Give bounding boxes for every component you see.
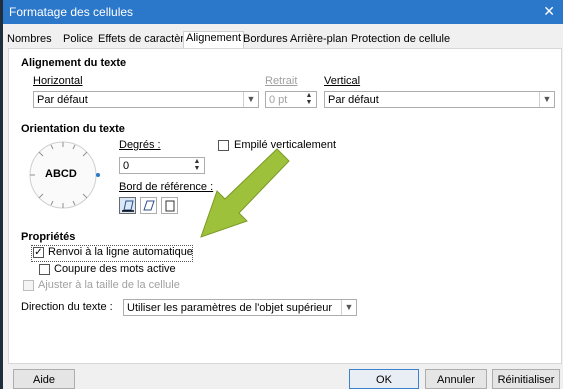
reference-inside-button[interactable] — [161, 197, 178, 214]
horizontal-select[interactable]: Par défaut ▼ — [33, 91, 259, 108]
degrees-value: 0 — [123, 160, 130, 172]
direction-label: Direction du texte : — [21, 301, 113, 313]
format-cells-dialog: Formatage des cellules ✕ Nombres Police … — [3, 0, 563, 389]
indent-value: 0 pt — [269, 94, 288, 106]
degrees-label: Degrés : — [119, 139, 161, 151]
hyphen-label: Coupure des mots active — [54, 263, 176, 275]
help-button[interactable]: Aide — [13, 369, 75, 389]
ref-bottom-icon — [122, 200, 134, 212]
ref-inside-icon — [165, 200, 175, 212]
close-icon[interactable]: ✕ — [543, 3, 555, 20]
direction-value: Utiliser les paramètres de l'objet supér… — [127, 302, 333, 314]
direction-select[interactable]: Utiliser les paramètres de l'objet supér… — [123, 299, 357, 316]
wrap-label: Renvoi à la ligne automatique — [48, 246, 193, 258]
dial-text: ABCD — [45, 168, 77, 180]
green-arrow-annotation — [200, 148, 290, 238]
chevron-down-icon: ▼ — [341, 300, 356, 315]
ok-button[interactable]: OK — [349, 369, 419, 389]
cancel-button[interactable]: Annuler — [425, 369, 487, 389]
ref-top-icon — [143, 200, 155, 211]
tab-bordures[interactable]: Bordures — [243, 33, 288, 47]
vertical-value: Par défaut — [328, 94, 379, 106]
tab-bar: Nombres Police Effets de caractère Align… — [3, 24, 563, 48]
reference-top-button[interactable] — [140, 197, 157, 214]
tab-effets-caractere[interactable]: Effets de caractère — [98, 33, 190, 47]
chevron-down-icon: ▼ — [243, 92, 258, 107]
chevron-down-icon: ▼ — [539, 92, 554, 107]
spin-arrows-icon: ▲ ▼ — [305, 92, 313, 106]
horizontal-label: Horizontal — [33, 75, 83, 87]
window-title: Formatage des cellules — [9, 5, 134, 19]
tab-arriere-plan[interactable]: Arrière-plan — [290, 33, 347, 47]
reference-bottom-button[interactable] — [119, 197, 136, 214]
horizontal-value: Par défaut — [37, 94, 88, 106]
title-bar: Formatage des cellules ✕ — [3, 0, 563, 24]
shrink-checkbox[interactable] — [23, 280, 34, 291]
indent-spinbox[interactable]: 0 pt ▲ ▼ — [265, 91, 317, 108]
tab-protection[interactable]: Protection de cellule — [351, 33, 450, 47]
vertical-select[interactable]: Par défaut ▼ — [324, 91, 555, 108]
alignment-panel: Alignement du texte Horizontal Par défau… — [8, 48, 562, 364]
vertical-label: Vertical — [324, 75, 361, 87]
alignment-heading: Alignement du texte — [21, 57, 127, 69]
orientation-heading: Orientation du texte — [21, 123, 125, 135]
tab-alignement[interactable]: Alignement — [183, 31, 245, 48]
wrap-checkbox[interactable]: ✓ — [33, 247, 44, 258]
tab-nombres[interactable]: Nombres — [7, 33, 52, 47]
tab-police[interactable]: Police — [63, 33, 93, 47]
shrink-label: Ajuster à la taille de la cellule — [38, 279, 180, 291]
properties-heading: Propriétés — [21, 231, 76, 243]
hyphen-checkbox[interactable] — [39, 264, 50, 275]
indent-label: Retrait — [265, 75, 298, 87]
reset-button[interactable]: Réinitialiser — [492, 369, 560, 389]
